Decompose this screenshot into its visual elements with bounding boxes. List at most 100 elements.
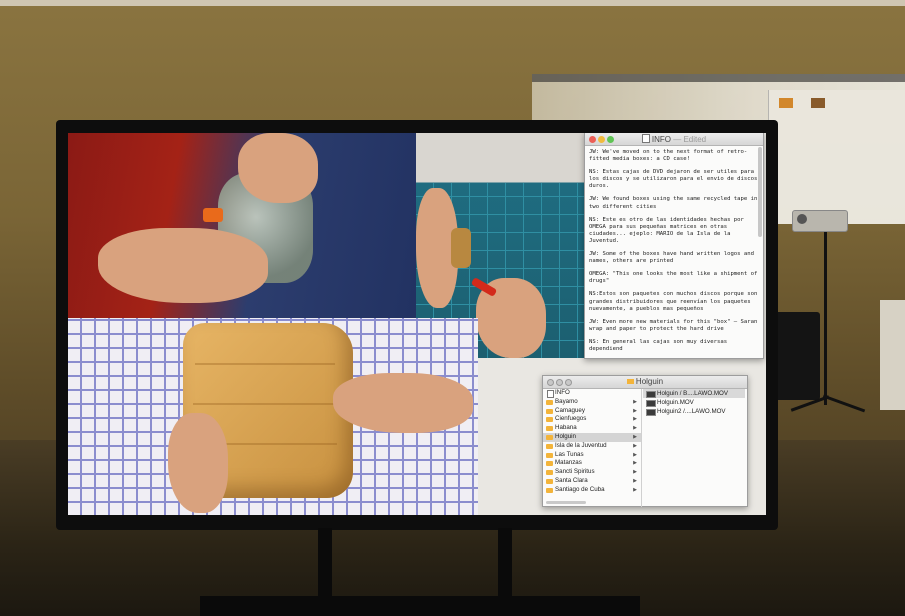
chevron-right-icon: ▶ [633, 477, 637, 484]
folder-row[interactable]: Santiago de Cuba ▶ [543, 486, 641, 495]
finder-folder-name: Holguin [635, 377, 664, 386]
folder-row[interactable]: Habana ▶ [543, 424, 641, 433]
folder-icon [546, 417, 553, 423]
projected-folder-icon [779, 98, 793, 108]
chevron-right-icon: ▶ [633, 442, 637, 449]
transcript-paragraph: JW: Some of the boxes have hand written … [589, 251, 758, 265]
chevron-right-icon: ▶ [633, 469, 637, 476]
hand-right [333, 373, 473, 433]
transcript-paragraph: JW: Even more new materials for this "bo… [589, 318, 761, 332]
chevron-right-icon: ▶ [633, 451, 637, 458]
projector-stand [824, 230, 827, 405]
folder-row[interactable]: Santa Clara ▶ [543, 477, 641, 486]
folder-icon [546, 426, 553, 432]
pedestal [880, 300, 905, 410]
file-label: Holguin2 /....LAWO.MOV [657, 408, 726, 415]
hand-bottom [98, 228, 268, 303]
chevron-right-icon: ▶ [633, 433, 637, 440]
projected-file-icon [811, 98, 825, 108]
projected-menu-bar [532, 74, 905, 82]
folder-label: Holguin [555, 432, 576, 440]
text-window-titlebar[interactable]: INFO — Edited [585, 133, 763, 146]
info-text-window[interactable]: INFO — Edited JW: We've moved on to the … [584, 133, 764, 359]
document-name: INFO [651, 135, 671, 144]
chevron-right-icon: ▶ [633, 416, 637, 423]
folder-icon [546, 470, 553, 476]
chevron-right-icon: ▶ [633, 486, 637, 493]
text-editor-body[interactable]: JW: We've moved on to the next format of… [585, 146, 763, 362]
folder-label: Cienfuegos [555, 415, 587, 423]
file-label: Holguin / B....LAWO.MOV [657, 390, 728, 397]
folder-row[interactable]: Camaguey ▶ [543, 407, 641, 416]
finder-titlebar[interactable]: Holguin [543, 376, 747, 389]
folder-label: Habana [555, 424, 577, 432]
folder-icon [546, 478, 553, 484]
folder-icon [546, 461, 553, 467]
document-icon [641, 134, 650, 143]
folder-row[interactable]: Isla de la Juventud ▶ [543, 442, 641, 451]
transcript-paragraph: NS: En general las cajas son muy diversa… [589, 338, 731, 352]
file-row[interactable]: Holguin2 /....LAWO.MOV [643, 407, 745, 416]
projected-finder-window [768, 90, 905, 224]
folder-label: Santa Clara [555, 476, 588, 484]
video-taped-box [68, 318, 478, 515]
video-hands-bag [68, 133, 416, 318]
folder-icon [546, 434, 553, 440]
folder-icon [546, 452, 553, 458]
folder-icon [546, 487, 553, 493]
text-window-title: INFO — Edited [585, 134, 763, 144]
transcript-paragraph: NS: Estas cajas de DVD dejaron de ser ut… [589, 169, 758, 190]
transcript-paragraph: OMEGA: "This one looks the most like a s… [589, 271, 761, 285]
chevron-right-icon: ▶ [633, 425, 637, 432]
folder-label: Santiago de Cuba [555, 485, 605, 493]
tape-roll [451, 228, 471, 268]
hand-left [168, 413, 228, 513]
horizontal-scrollbar[interactable] [546, 501, 586, 504]
movie-file-icon [646, 391, 656, 398]
folder-label: Las Tunas [555, 450, 584, 458]
file-label: Holguin.MOV [657, 399, 694, 406]
folder-row[interactable]: Sancti Spiritus ▶ [543, 468, 641, 477]
finder-title: Holguin [543, 377, 747, 386]
folder-label: Sancti Spiritus [555, 468, 595, 476]
folder-label: INFO [555, 389, 570, 396]
movie-file-icon [646, 400, 656, 407]
folder-row[interactable]: Cienfuegos ▶ [543, 415, 641, 424]
folder-row[interactable]: Bayamo ▶ [543, 398, 641, 407]
chevron-right-icon: ▶ [633, 460, 637, 467]
monitor-base [200, 596, 640, 616]
document-icon [547, 390, 554, 398]
orange-object [203, 208, 223, 222]
folder-column: INFO Bayamo ▶ Camaguey ▶ Cienfuegos ▶ Habana ▶ Ho… [543, 389, 641, 495]
file-column: Holguin / B....LAWO.MOV Holguin.MOV Holgui… [643, 389, 745, 416]
chevron-right-icon: ▶ [633, 398, 637, 405]
column-divider[interactable] [641, 389, 642, 507]
chevron-right-icon: ▶ [633, 407, 637, 414]
movie-file-icon [646, 409, 656, 416]
file-row[interactable]: Holguin.MOV [643, 398, 745, 407]
hand-top [238, 133, 318, 203]
folder-label: Bayamo [555, 397, 578, 405]
folder-label: Matanzas [555, 459, 582, 467]
folder-icon [626, 379, 634, 384]
finder-window[interactable]: Holguin INFO Bayamo ▶ Camaguey ▶ Cienfuegos ▶ H… [542, 375, 748, 507]
folder-label: Isla de la Juventud [555, 441, 607, 449]
tape-strip [195, 363, 335, 365]
transcript-paragraph: JW: We found boxes using the same recycl… [589, 196, 758, 210]
file-row[interactable]: Holguin / B....LAWO.MOV [643, 389, 745, 398]
transcript-paragraph: JW: We've moved on to the next format of… [589, 149, 748, 163]
folder-icon [546, 443, 553, 449]
folder-row[interactable]: Holguin ▶ [543, 432, 641, 442]
folder-row[interactable]: Matanzas ▶ [543, 459, 641, 468]
folder-icon [546, 399, 553, 405]
transcript-paragraph: NS:Estos son paquetes con muchos discos … [589, 291, 761, 312]
transcript-paragraph: NS: Este es otro de las identidades hech… [589, 216, 748, 244]
vertical-scrollbar[interactable] [758, 147, 762, 237]
folder-icon [546, 408, 553, 414]
folder-row[interactable]: Las Tunas ▶ [543, 451, 641, 460]
edited-status: — Edited [673, 135, 707, 144]
projector-lens [797, 214, 807, 224]
ceiling-edge [0, 0, 905, 6]
monitor-screen: INFO — Edited JW: We've moved on to the … [68, 133, 766, 515]
folder-row[interactable]: INFO [543, 389, 641, 398]
